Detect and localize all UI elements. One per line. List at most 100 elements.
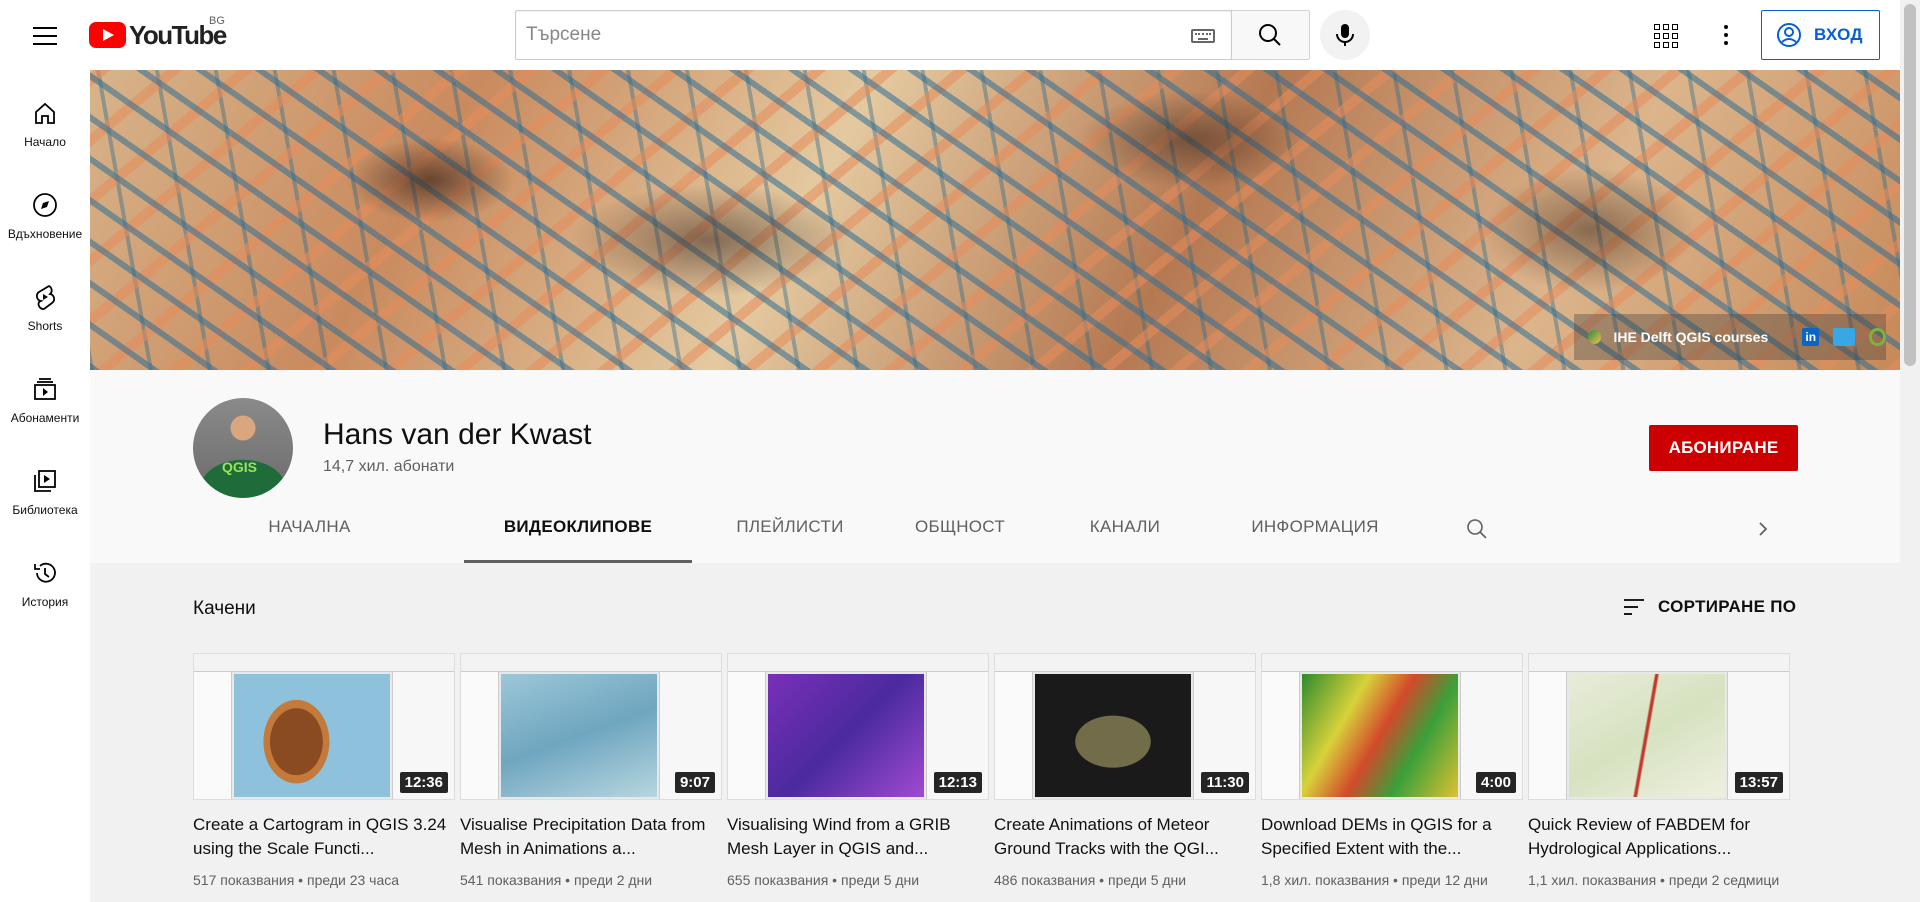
banner-link-title[interactable]: IHE Delft QGIS courses bbox=[1613, 329, 1786, 345]
keyboard-icon[interactable] bbox=[1191, 29, 1215, 43]
search-icon bbox=[1259, 24, 1281, 46]
video-age: преди 5 дни bbox=[840, 872, 920, 888]
sidebar-item-history[interactable]: История bbox=[0, 530, 90, 622]
account-circle-icon bbox=[1777, 23, 1801, 47]
signin-button[interactable]: ВХОД bbox=[1761, 10, 1880, 60]
video-meta: 1,8 хил. показвания • преди 12 дни bbox=[1261, 872, 1488, 888]
video-views: 541 показвания bbox=[460, 872, 562, 888]
avatar-shirt-text: QGIS bbox=[222, 459, 258, 475]
video-thumbnail[interactable]: 4:00 bbox=[1261, 653, 1523, 800]
sidebar-item-label: Shorts bbox=[27, 319, 63, 333]
video-duration: 9:07 bbox=[674, 772, 715, 793]
qgis-icon[interactable] bbox=[1868, 328, 1887, 346]
subscribe-button[interactable]: АБОНИРАНЕ bbox=[1649, 425, 1798, 471]
sort-button[interactable]: СОРТИРАНЕ ПО bbox=[1622, 593, 1796, 621]
tab-videos[interactable]: ВИДЕОКЛИПОВЕ bbox=[464, 500, 692, 563]
tab-playlists[interactable]: ПЛЕЙЛИСТИ bbox=[730, 500, 850, 563]
sidebar-item-label: Абонаменти bbox=[10, 411, 80, 425]
tab-community[interactable]: ОБЩНОСТ bbox=[910, 500, 1010, 563]
linkedin-icon[interactable]: in bbox=[1802, 328, 1820, 346]
chevron-right-icon[interactable] bbox=[1750, 516, 1776, 542]
signin-label: ВХОД bbox=[1814, 25, 1863, 44]
sidebar-item-library[interactable]: Библиотека bbox=[0, 438, 90, 530]
sidebar-item-label: Начало bbox=[24, 135, 66, 149]
search-input[interactable] bbox=[526, 11, 1166, 59]
ihe-delft-favicon-icon bbox=[1588, 330, 1602, 344]
subscriptions-icon bbox=[34, 378, 56, 400]
video-thumbnail[interactable]: 11:30 bbox=[994, 653, 1256, 800]
country-code: BG bbox=[209, 15, 225, 27]
section-title: Качени bbox=[193, 598, 256, 619]
video-duration: 4:00 bbox=[1475, 772, 1516, 793]
video-meta: 655 показвания • преди 5 дни bbox=[727, 872, 920, 888]
sidebar-item-label: Вдъхновение bbox=[7, 227, 83, 241]
scrollbar-thumb[interactable] bbox=[1904, 4, 1916, 366]
video-card[interactable]: 12:36 Create a Cartogram in QGIS 3.24 us… bbox=[193, 653, 455, 890]
sidebar: Начало Вдъхновение Shorts Абонаменти Биб… bbox=[0, 70, 90, 902]
video-duration: 12:13 bbox=[933, 772, 982, 793]
video-age: преди 23 часа bbox=[306, 872, 400, 888]
sidebar-item-explore[interactable]: Вдъхновение bbox=[0, 162, 90, 254]
youtube-play-icon bbox=[89, 22, 126, 48]
videos-section: Качени СОРТИРАНЕ ПО 12:36 Create a Carto… bbox=[90, 563, 1900, 902]
video-age: преди 5 дни bbox=[1107, 872, 1187, 888]
video-views: 1,1 хил. показвания bbox=[1528, 872, 1657, 888]
video-duration: 12:36 bbox=[399, 772, 448, 793]
ihe-logo-icon[interactable] bbox=[1833, 328, 1855, 346]
video-meta: 486 показвания • преди 5 дни bbox=[994, 872, 1187, 888]
sidebar-item-home[interactable]: Начало bbox=[0, 70, 90, 162]
video-meta: 1,1 хил. показвания • преди 2 седмици bbox=[1528, 872, 1780, 888]
channel-avatar[interactable]: QGIS bbox=[193, 398, 293, 498]
video-card[interactable]: 13:57 Quick Review of FABDEM for Hydrolo… bbox=[1528, 653, 1790, 890]
video-title[interactable]: Create a Cartogram in QGIS 3.24 using th… bbox=[193, 813, 455, 861]
video-thumbnail[interactable]: 12:13 bbox=[727, 653, 989, 800]
more-options-icon[interactable] bbox=[1716, 22, 1736, 50]
microphone-icon bbox=[1336, 24, 1354, 46]
channel-header: QGIS Hans van der Kwast 14,7 хил. абонат… bbox=[90, 370, 1900, 590]
sidebar-item-shorts[interactable]: Shorts bbox=[0, 254, 90, 346]
video-title[interactable]: Visualise Precipitation Data from Mesh i… bbox=[460, 813, 722, 861]
home-icon bbox=[35, 102, 55, 124]
video-title[interactable]: Download DEMs in QGIS for a Specified Ex… bbox=[1261, 813, 1523, 861]
subscriber-count: 14,7 хил. абонати bbox=[323, 458, 455, 475]
video-meta: 517 показвания • преди 23 часа bbox=[193, 872, 400, 888]
channel-tabs: НАЧАЛНА СТРАНИЦА ВИДЕОКЛИПОВЕ ПЛЕЙЛИСТИ … bbox=[90, 500, 1900, 590]
video-title[interactable]: Create Animations of Meteor Ground Track… bbox=[994, 813, 1256, 861]
sidebar-item-label: История bbox=[21, 595, 69, 609]
video-title[interactable]: Quick Review of FABDEM for Hydrological … bbox=[1528, 813, 1790, 861]
sort-label: СОРТИРАНЕ ПО bbox=[1658, 597, 1797, 616]
tab-about[interactable]: ИНФОРМАЦИЯ bbox=[1220, 500, 1410, 563]
shorts-icon bbox=[36, 284, 55, 310]
top-bar: YouTube BG ВХОД bbox=[0, 0, 1900, 70]
video-duration: 11:30 bbox=[1201, 772, 1249, 793]
video-thumbnail[interactable]: 12:36 bbox=[193, 653, 455, 800]
voice-search-button[interactable] bbox=[1320, 10, 1370, 60]
channel-banner: IHE Delft QGIS courses in bbox=[90, 70, 1900, 370]
menu-button[interactable] bbox=[28, 21, 62, 49]
video-meta: 541 показвания • преди 2 дни bbox=[460, 872, 653, 888]
video-age: преди 2 дни bbox=[573, 872, 653, 888]
sidebar-item-subscriptions[interactable]: Абонаменти bbox=[0, 346, 90, 438]
page-scrollbar[interactable] bbox=[1900, 0, 1920, 902]
video-card[interactable]: 4:00 Download DEMs in QGIS for a Specifi… bbox=[1261, 653, 1523, 890]
tab-channels[interactable]: КАНАЛИ bbox=[1080, 500, 1170, 563]
sort-icon bbox=[1624, 599, 1644, 615]
video-thumbnail[interactable]: 9:07 bbox=[460, 653, 722, 800]
channel-name: Hans van der Kwast bbox=[323, 418, 592, 451]
history-icon bbox=[34, 562, 56, 583]
banner-links[interactable]: IHE Delft QGIS courses in bbox=[1574, 314, 1887, 360]
video-card[interactable]: 9:07 Visualise Precipitation Data from M… bbox=[460, 653, 722, 890]
video-age: преди 12 дни bbox=[1401, 872, 1488, 888]
video-views: 486 показвания bbox=[994, 872, 1096, 888]
compass-icon bbox=[33, 193, 57, 217]
video-card[interactable]: 12:13 Visualising Wind from a GRIB Mesh … bbox=[727, 653, 989, 890]
video-views: 517 показвания bbox=[193, 872, 295, 888]
video-title[interactable]: Visualising Wind from a GRIB Mesh Layer … bbox=[727, 813, 989, 861]
youtube-logo[interactable]: YouTube bbox=[89, 20, 227, 50]
tab-home[interactable]: НАЧАЛНА СТРАНИЦА bbox=[232, 500, 387, 590]
video-card[interactable]: 11:30 Create Animations of Meteor Ground… bbox=[994, 653, 1256, 890]
search-button[interactable] bbox=[1232, 10, 1310, 60]
apps-grid-icon[interactable] bbox=[1651, 21, 1679, 49]
video-thumbnail[interactable]: 13:57 bbox=[1528, 653, 1790, 800]
search-icon[interactable] bbox=[1464, 516, 1490, 542]
